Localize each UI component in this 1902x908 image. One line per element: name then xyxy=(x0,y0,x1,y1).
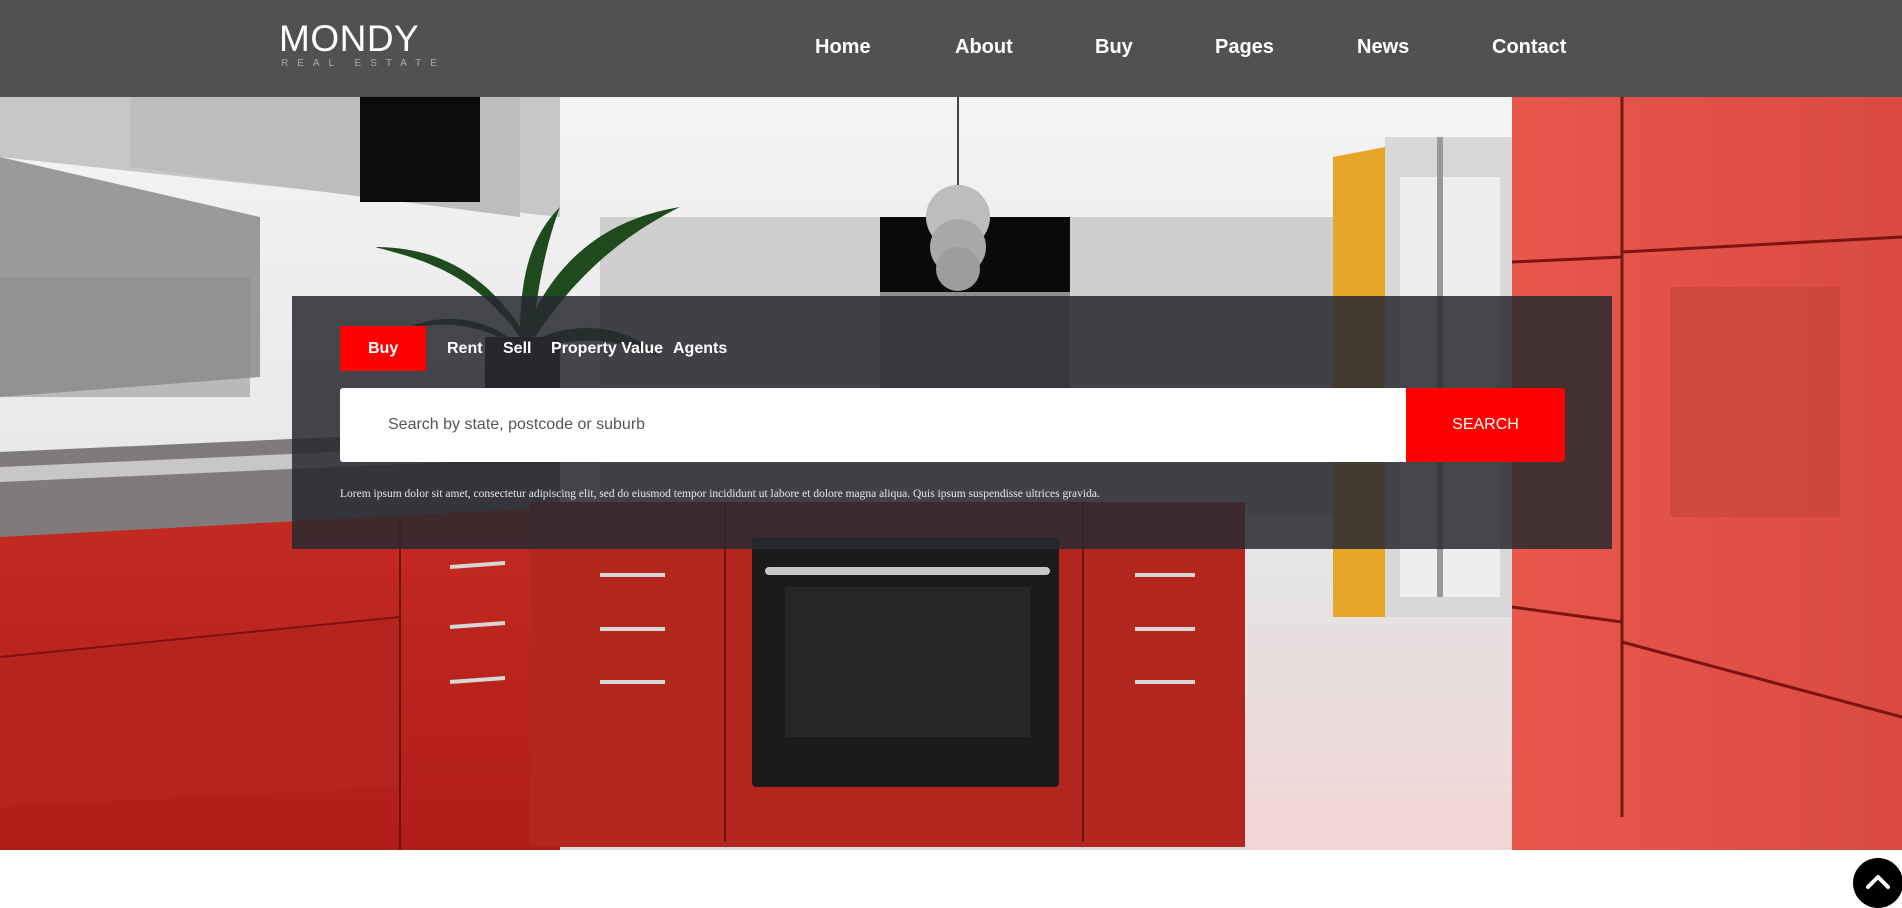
search-description: Lorem ipsum dolor sit amet, consectetur … xyxy=(340,488,1100,500)
tab-property-value[interactable]: Property Value xyxy=(551,326,663,371)
nav-news[interactable]: News xyxy=(1357,33,1409,61)
tab-agents[interactable]: Agents xyxy=(673,326,727,371)
main-nav: Home About Buy Pages News Contact xyxy=(0,33,1902,63)
search-button[interactable]: SEARCH xyxy=(1406,388,1565,462)
search-bar: SEARCH xyxy=(340,388,1565,462)
nav-about[interactable]: About xyxy=(955,33,1013,61)
nav-home[interactable]: Home xyxy=(815,33,871,61)
scroll-to-top-button[interactable] xyxy=(1853,858,1902,908)
search-panel: Buy Rent Sell Property Value Agents SEAR… xyxy=(292,296,1612,549)
tab-sell[interactable]: Sell xyxy=(503,326,531,371)
search-input[interactable] xyxy=(340,388,1406,462)
nav-contact[interactable]: Contact xyxy=(1492,33,1566,61)
site-header: MONDY REAL ESTATE Home About Buy Pages N… xyxy=(0,0,1902,97)
chevron-up-icon xyxy=(1866,875,1890,889)
tab-rent[interactable]: Rent xyxy=(447,326,483,371)
nav-buy[interactable]: Buy xyxy=(1095,33,1133,61)
content-area xyxy=(0,850,1902,903)
tab-buy[interactable]: Buy xyxy=(340,326,427,371)
nav-pages[interactable]: Pages xyxy=(1215,33,1274,61)
hero-kitchen-image: Buy Rent Sell Property Value Agents SEAR… xyxy=(0,97,1902,850)
